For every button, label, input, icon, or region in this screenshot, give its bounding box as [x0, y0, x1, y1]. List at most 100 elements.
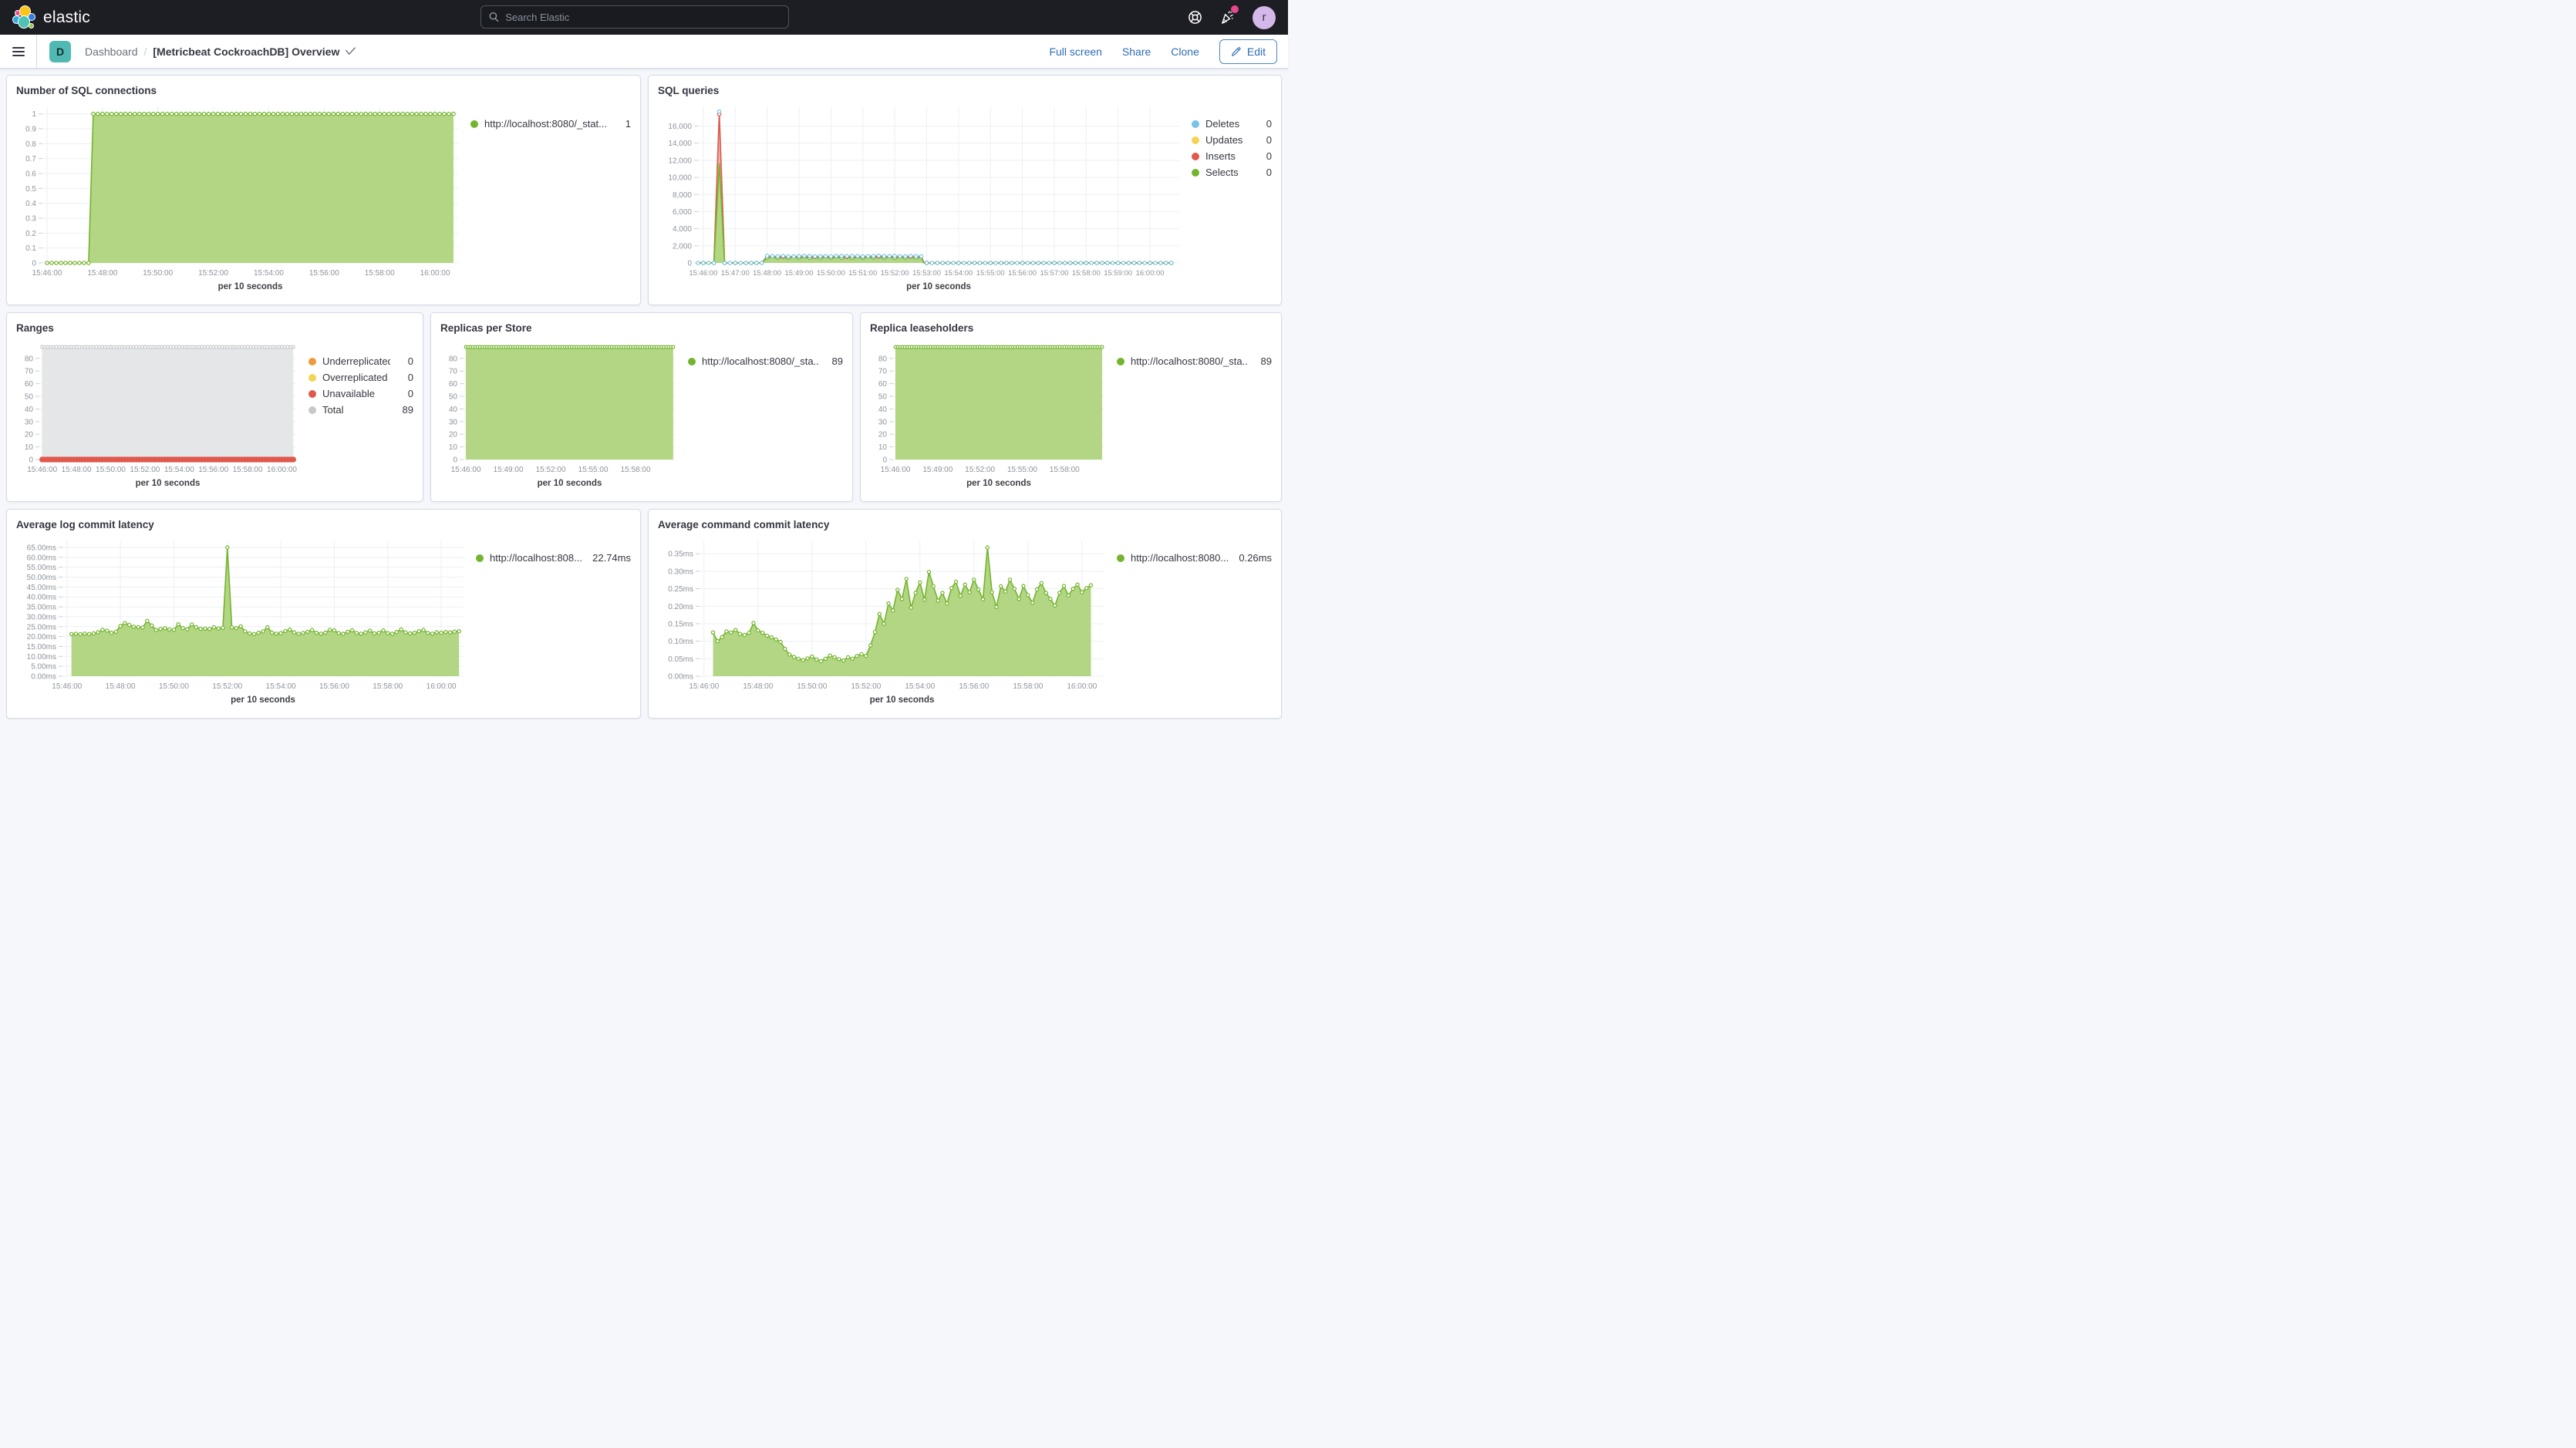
- legend-item[interactable]: Updates0: [1192, 132, 1272, 148]
- dashboard-badge[interactable]: D: [49, 41, 71, 62]
- legend-value: 0.26ms: [1239, 552, 1272, 564]
- svg-text:15:46:00: 15:46:00: [52, 682, 82, 691]
- help-button[interactable]: [1188, 10, 1202, 25]
- svg-text:15:50:00: 15:50:00: [159, 682, 189, 691]
- legend-item[interactable]: Total89: [309, 402, 413, 418]
- dashboard-content: Number of SQL connections 00.10.20.30.40…: [0, 69, 1288, 732]
- svg-text:15:54:00: 15:54:00: [266, 682, 296, 691]
- svg-text:per 10 seconds: per 10 seconds: [538, 479, 602, 488]
- legend-item[interactable]: Underreplicated0: [309, 353, 413, 369]
- panel-command-commit-latency: Average command commit latency 0.00ms0.0…: [648, 509, 1282, 719]
- user-avatar[interactable]: r: [1253, 6, 1276, 29]
- svg-text:60: 60: [449, 380, 458, 389]
- svg-text:15:50:00: 15:50:00: [797, 682, 827, 691]
- legend-label: http://localhost:8080/_sta...: [702, 355, 820, 367]
- command-commit-latency-chart[interactable]: 0.00ms0.05ms0.10ms0.15ms0.20ms0.25ms0.30…: [658, 533, 1114, 710]
- svg-text:40.00ms: 40.00ms: [27, 594, 56, 602]
- svg-text:0.05ms: 0.05ms: [668, 655, 693, 664]
- panel-replicas-per-store: Replicas per Store 0102030405060708015:4…: [430, 312, 853, 502]
- svg-text:70: 70: [25, 368, 34, 376]
- legend-dot-icon: [1192, 120, 1199, 128]
- svg-text:45.00ms: 45.00ms: [27, 584, 56, 592]
- svg-text:50.00ms: 50.00ms: [27, 574, 56, 582]
- legend-item[interactable]: http://localhost:8080/_sta...89: [1117, 353, 1272, 369]
- svg-text:8,000: 8,000: [673, 191, 692, 200]
- svg-text:2,000: 2,000: [673, 242, 692, 251]
- svg-text:0.00ms: 0.00ms: [668, 673, 693, 682]
- svg-text:0.15ms: 0.15ms: [668, 620, 693, 628]
- svg-text:16:00:00: 16:00:00: [427, 682, 457, 691]
- legend-dot-icon: [1192, 169, 1199, 177]
- legend-item[interactable]: Selects0: [1192, 164, 1272, 180]
- panel-log-commit-latency: Average log commit latency 0.00ms5.00ms1…: [6, 509, 641, 719]
- svg-text:55.00ms: 55.00ms: [27, 564, 56, 572]
- legend-value: 0: [1255, 167, 1272, 178]
- svg-text:per 10 seconds: per 10 seconds: [218, 282, 283, 291]
- main-menu-button[interactable]: [0, 35, 37, 68]
- replicas-per-store-chart[interactable]: 0102030405060708015:46:0015:49:0015:52:0…: [440, 336, 685, 493]
- svg-text:10: 10: [25, 443, 34, 452]
- svg-text:15:50:00: 15:50:00: [143, 269, 173, 278]
- svg-text:70: 70: [449, 368, 458, 376]
- svg-text:0: 0: [882, 456, 887, 465]
- svg-text:10: 10: [878, 443, 888, 452]
- chart-legend: http://localhost:8080/_sta...89: [685, 336, 843, 493]
- svg-text:15:54:00: 15:54:00: [254, 269, 284, 278]
- legend-value: 0: [396, 388, 413, 399]
- clone-button[interactable]: Clone: [1171, 45, 1199, 58]
- chart-legend: http://localhost:8080...0.26ms: [1114, 533, 1272, 710]
- share-button[interactable]: Share: [1122, 45, 1151, 58]
- legend-item[interactable]: Inserts0: [1192, 148, 1272, 164]
- svg-text:15:49:00: 15:49:00: [494, 466, 524, 474]
- legend-item[interactable]: http://localhost:8080...0.26ms: [1117, 550, 1272, 566]
- svg-text:16:00:00: 16:00:00: [420, 269, 450, 278]
- legend-label: Total: [322, 404, 390, 416]
- legend-label: http://localhost:8080/_stat...: [484, 118, 608, 130]
- svg-text:0: 0: [32, 260, 36, 268]
- svg-text:0.25ms: 0.25ms: [668, 585, 693, 594]
- legend-item[interactable]: http://localhost:8080/_sta...89: [688, 353, 843, 369]
- edit-button[interactable]: Edit: [1219, 39, 1277, 64]
- dashboard-title-button[interactable]: [Metricbeat CockroachDB] Overview: [153, 45, 356, 58]
- legend-item[interactable]: http://localhost:808...22.74ms: [476, 550, 631, 566]
- svg-text:per 10 seconds: per 10 seconds: [906, 282, 971, 291]
- svg-text:12,000: 12,000: [668, 157, 692, 165]
- svg-text:50: 50: [878, 393, 888, 402]
- breadcrumb-dashboard-link[interactable]: Dashboard: [85, 45, 138, 58]
- sql-queries-chart[interactable]: 02,0004,0006,0008,00010,00012,00014,0001…: [658, 99, 1189, 297]
- svg-text:65.00ms: 65.00ms: [27, 544, 56, 552]
- replica-leaseholders-chart[interactable]: 0102030405060708015:46:0015:49:0015:52:0…: [870, 336, 1114, 493]
- legend-item[interactable]: Overreplicated0: [309, 369, 413, 386]
- global-search[interactable]: [480, 5, 789, 29]
- svg-text:16,000: 16,000: [668, 123, 692, 131]
- svg-text:40: 40: [449, 406, 458, 414]
- svg-text:15:53:00: 15:53:00: [912, 269, 941, 278]
- svg-text:15:58:00: 15:58:00: [1072, 269, 1101, 278]
- announcements-button[interactable]: [1219, 9, 1236, 25]
- sql-connections-chart[interactable]: 00.10.20.30.40.50.60.70.80.9115:46:0015:…: [16, 99, 467, 297]
- legend-item[interactable]: Deletes0: [1192, 116, 1272, 132]
- full-screen-button[interactable]: Full screen: [1049, 45, 1101, 58]
- breadcrumb: Dashboard / [Metricbeat CockroachDB] Ove…: [85, 45, 356, 58]
- svg-text:0.35ms: 0.35ms: [668, 551, 693, 559]
- svg-text:0: 0: [687, 260, 692, 268]
- ranges-chart[interactable]: 0102030405060708015:46:0015:48:0015:50:0…: [16, 336, 305, 493]
- elastic-logo[interactable]: elastic: [12, 5, 90, 30]
- svg-text:5.00ms: 5.00ms: [31, 663, 56, 672]
- svg-text:15:57:00: 15:57:00: [1040, 269, 1068, 278]
- svg-text:15:59:00: 15:59:00: [1104, 269, 1132, 278]
- svg-text:per 10 seconds: per 10 seconds: [966, 479, 1031, 488]
- title-caret-icon: [346, 47, 356, 56]
- svg-text:15:54:00: 15:54:00: [944, 269, 973, 278]
- search-input[interactable]: [505, 12, 781, 23]
- log-commit-latency-chart[interactable]: 0.00ms5.00ms10.00ms15.00ms20.00ms25.00ms…: [16, 533, 473, 710]
- legend-dot-icon: [1117, 554, 1124, 562]
- svg-text:10,000: 10,000: [668, 174, 692, 183]
- svg-text:1: 1: [32, 110, 36, 119]
- svg-text:0.00ms: 0.00ms: [31, 673, 56, 682]
- legend-value: 0: [396, 372, 413, 383]
- legend-item[interactable]: http://localhost:8080/_stat...1: [470, 116, 631, 132]
- notification-dot: [1231, 5, 1239, 13]
- svg-text:15:52:00: 15:52:00: [881, 269, 909, 278]
- legend-item[interactable]: Unavailable0: [309, 386, 413, 402]
